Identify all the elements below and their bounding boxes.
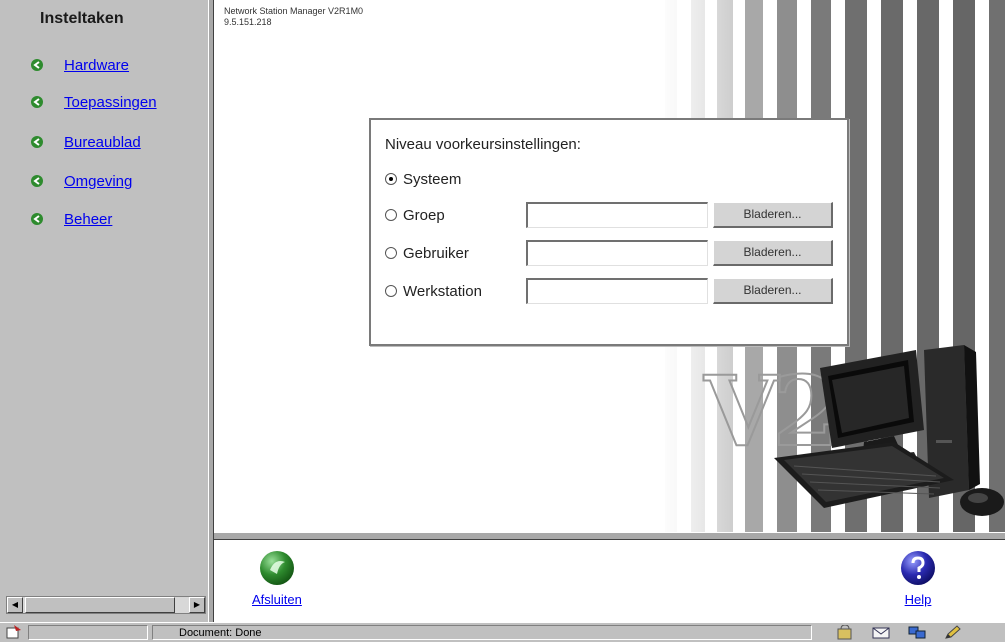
nav-link-beheer[interactable]: Beheer [64, 211, 112, 228]
user-label: Gebruiker [403, 244, 469, 262]
group-label: Groep [403, 206, 445, 224]
system-radio[interactable] [385, 173, 397, 185]
nav-item-bureaublad[interactable]: Bureaublad [30, 131, 141, 153]
option-workstation[interactable]: Werkstation [385, 278, 482, 304]
server-address: 9.5.151.218 [224, 17, 272, 27]
status-text: Document: Done [152, 625, 812, 640]
help-button[interactable]: Help [900, 550, 936, 607]
user-radio[interactable] [385, 247, 397, 259]
nav-link-toepassingen[interactable]: Toepassingen [64, 94, 157, 111]
workstation-label: Werkstation [403, 282, 482, 300]
status-bar: Document: Done [0, 622, 1005, 642]
workstation-browse-button[interactable]: Bladeren... [713, 278, 833, 304]
scrollbar-thumb[interactable] [25, 597, 175, 613]
help-label[interactable]: Help [905, 592, 932, 607]
group-input[interactable] [526, 202, 708, 228]
bottom-toolbar-frame: Afsluiten Help [214, 540, 1005, 622]
page-status-icon [6, 625, 21, 639]
product-name: Network Station Manager V2R1M0 [224, 6, 364, 16]
green-arrow-icon [31, 96, 43, 108]
user-input[interactable] [526, 240, 708, 266]
nav-link-hardware[interactable]: Hardware [64, 57, 129, 74]
scroll-left-arrow-icon[interactable]: ◀ [7, 597, 23, 613]
system-label: Systeem [403, 170, 462, 188]
green-arrow-icon [31, 213, 43, 225]
option-system[interactable]: Systeem [385, 166, 461, 192]
security-icon [837, 625, 852, 640]
nav-link-omgeving[interactable]: Omgeving [64, 173, 132, 190]
nav-item-omgeving[interactable]: Omgeving [30, 170, 132, 192]
task-navigation-frame: Insteltaken Hardware Toepassingen Bureau… [0, 0, 210, 622]
nav-item-beheer[interactable]: Beheer [30, 208, 112, 230]
group-radio[interactable] [385, 209, 397, 221]
nav-horizontal-scrollbar[interactable]: ◀ ▶ [6, 596, 206, 614]
network-computer-illustration [774, 345, 1004, 516]
green-arrow-icon [31, 59, 43, 71]
option-group[interactable]: Groep [385, 202, 445, 228]
green-arrow-icon [31, 136, 43, 148]
network-icon [908, 626, 926, 639]
edit-icon [945, 625, 961, 639]
preference-level-title: Niveau voorkeursinstellingen: [385, 136, 581, 153]
workstation-radio[interactable] [385, 285, 397, 297]
group-browse-button[interactable]: Bladeren... [713, 202, 833, 228]
mail-icon [872, 627, 890, 639]
workstation-input[interactable] [526, 278, 708, 304]
version-info: Network Station Manager V2R1M0 9.5.151.2… [224, 6, 363, 28]
frame-divider-horizontal[interactable] [214, 532, 1005, 540]
main-content-frame: Network Station Manager V2R1M0 9.5.151.2… [214, 0, 1005, 532]
green-arrow-icon [31, 175, 43, 187]
nav-title: Insteltaken [40, 10, 124, 27]
status-progress-area [28, 625, 148, 640]
exit-button[interactable]: Afsluiten [252, 550, 302, 607]
exit-label[interactable]: Afsluiten [252, 592, 302, 607]
preference-level-panel: Niveau voorkeursinstellingen: Systeem Gr… [369, 118, 849, 346]
exit-icon [259, 551, 294, 585]
option-user[interactable]: Gebruiker [385, 240, 469, 266]
help-icon [901, 551, 935, 585]
scroll-right-arrow-icon[interactable]: ▶ [189, 597, 205, 613]
nav-item-hardware[interactable]: Hardware [30, 54, 129, 76]
nav-item-toepassingen[interactable]: Toepassingen [30, 91, 157, 113]
user-browse-button[interactable]: Bladeren... [713, 240, 833, 266]
nav-link-bureaublad[interactable]: Bureaublad [64, 134, 141, 151]
